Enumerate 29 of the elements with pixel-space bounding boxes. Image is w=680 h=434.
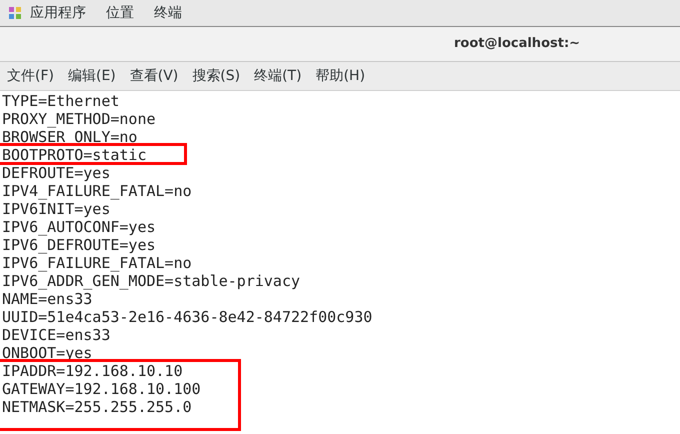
config-line: IPV4_FAILURE_FATAL=no bbox=[2, 182, 193, 200]
top-menu-item[interactable]: 位置 bbox=[106, 2, 134, 24]
config-line: TYPE=Ethernet bbox=[2, 92, 120, 110]
menu-item[interactable]: 帮助(H) bbox=[316, 66, 366, 86]
config-line: NETMASK=255.255.255.0 bbox=[2, 398, 193, 416]
config-line: PROXY_METHOD=none bbox=[2, 110, 157, 128]
config-line: IPV6_ADDR_GEN_MODE=stable-privacy bbox=[2, 272, 302, 290]
config-line: GATEWAY=192.168.10.100 bbox=[2, 380, 201, 398]
menu-item[interactable]: 编辑(E) bbox=[68, 66, 116, 86]
config-line: BROWSER_ONLY=no bbox=[2, 128, 138, 146]
config-line: BOOTPROTO=static bbox=[2, 146, 146, 164]
window-title: root@localhost:~ bbox=[454, 35, 580, 54]
config-line: IPV6_FAILURE_FATAL=no bbox=[2, 254, 193, 272]
top-menu-item[interactable]: 终端 bbox=[154, 2, 182, 24]
config-line: IPV6INIT=yes bbox=[2, 200, 112, 218]
menu-item[interactable]: 文件(F) bbox=[7, 66, 54, 86]
menu-item[interactable]: 搜索(S) bbox=[192, 66, 240, 86]
top-menu-item[interactable]: 应用程序 bbox=[30, 2, 86, 24]
menu-item[interactable]: 终端(T) bbox=[254, 66, 302, 86]
app-menu-icon[interactable] bbox=[8, 6, 22, 20]
config-line: NAME=ens33 bbox=[2, 290, 94, 308]
config-line: IPV6_DEFROUTE=yes bbox=[2, 236, 157, 254]
config-line: IPADDR=192.168.10.10 bbox=[2, 362, 184, 380]
config-line: ONBOOT=yes bbox=[2, 344, 94, 362]
config-line: DEFROUTE=yes bbox=[2, 164, 112, 182]
config-line: IPV6_AUTOCONF=yes bbox=[2, 218, 157, 236]
menu-item[interactable]: 查看(V) bbox=[130, 66, 178, 86]
config-line: DEVICE=ens33 bbox=[2, 326, 112, 344]
config-line: UUID=51e4ca53-2e16-4636-8e42-84722f00c930 bbox=[2, 308, 374, 326]
